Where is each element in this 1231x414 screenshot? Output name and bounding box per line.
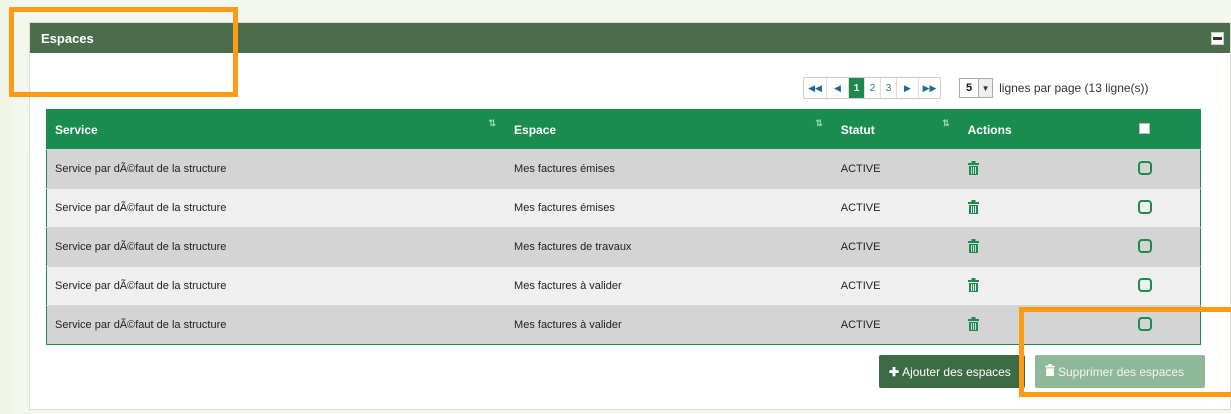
- per-page-select[interactable]: 5 ▼: [959, 78, 994, 98]
- cell-service: Service par dÃ©faut de la structure: [55, 163, 227, 175]
- pager: ◀◀ ◀ 1 2 3 ▶ ▶▶: [803, 77, 941, 99]
- cell-statut: ACTIVE: [840, 163, 881, 175]
- table-row: Service par dÃ©faut de la structure Mes …: [46, 266, 1201, 306]
- cell-espace: Mes factures à valider: [514, 319, 622, 331]
- table-row: Service par dÃ©faut de la structure Mes …: [46, 188, 1201, 228]
- cell-espace: Mes factures émises: [514, 202, 615, 214]
- row-checkbox[interactable]: [1137, 316, 1152, 331]
- chevron-down-icon: ▼: [978, 79, 993, 97]
- plus-icon: ✚: [889, 364, 900, 379]
- cell-actions: [960, 150, 1090, 189]
- cell-actions: [960, 306, 1090, 345]
- cell-statut: ACTIVE: [840, 280, 881, 292]
- cell-select: [1090, 189, 1201, 228]
- delete-espaces-button[interactable]: Supprimer des espaces: [1035, 355, 1205, 388]
- col-header-select-all[interactable]: [1090, 110, 1201, 150]
- cell-actions: [960, 228, 1090, 267]
- select-all-checkbox[interactable]: [1139, 122, 1151, 134]
- panel-header: Espaces: [30, 23, 1230, 53]
- cell-statut: ACTIVE: [840, 241, 881, 253]
- collapse-button[interactable]: [1211, 31, 1224, 45]
- panel-title: Espaces: [41, 30, 94, 46]
- cell-actions: [960, 189, 1090, 228]
- col-header-statut[interactable]: Statut ⇅: [833, 110, 960, 150]
- row-checkbox[interactable]: [1137, 238, 1152, 253]
- sort-icon: ⇅: [815, 118, 823, 128]
- cell-statut: ACTIVE: [840, 319, 881, 331]
- next-page-button[interactable]: ▶: [896, 78, 918, 98]
- cell-statut: ACTIVE: [840, 202, 881, 214]
- delete-espaces-label: Supprimer des espaces: [1058, 364, 1185, 379]
- trash-icon[interactable]: [967, 238, 979, 256]
- left-strip: [0, 0, 12, 414]
- cell-service: Service par dÃ©faut de la structure: [55, 280, 227, 292]
- prev-page-button[interactable]: ◀: [826, 78, 848, 98]
- sort-icon: ⇅: [942, 118, 950, 128]
- row-checkbox[interactable]: [1137, 277, 1152, 292]
- first-page-button[interactable]: ◀◀: [804, 78, 826, 98]
- trash-icon[interactable]: [967, 277, 979, 295]
- per-page-label: lignes par page (13 ligne(s)): [999, 81, 1149, 95]
- last-page-button[interactable]: ▶▶: [918, 78, 940, 98]
- cell-select: [1090, 228, 1201, 267]
- cell-service: Service par dÃ©faut de la structure: [55, 319, 227, 331]
- add-espaces-button[interactable]: ✚ Ajouter des espaces: [879, 355, 1025, 388]
- add-espaces-label: Ajouter des espaces: [902, 364, 1011, 379]
- espaces-table: Service ⇅ Espace ⇅ Statut ⇅ Actions Service…: [46, 109, 1201, 345]
- col-header-actions: Actions: [967, 122, 1012, 137]
- trash-icon[interactable]: [967, 199, 979, 217]
- trash-icon: [1045, 364, 1055, 379]
- cell-espace: Mes factures émises: [514, 163, 615, 175]
- cell-service: Service par dÃ©faut de la structure: [55, 202, 227, 214]
- table-row: Service par dÃ©faut de la structure Mes …: [46, 149, 1201, 189]
- table-header-row: Service ⇅ Espace ⇅ Statut ⇅ Actions: [46, 109, 1201, 150]
- trash-icon[interactable]: [967, 316, 979, 334]
- page-1-button[interactable]: 1: [848, 78, 864, 98]
- pagination-bar: ◀◀ ◀ 1 2 3 ▶ ▶▶ 5 ▼ lignes par page (13 …: [803, 77, 1149, 99]
- page-3-button[interactable]: 3: [880, 78, 896, 98]
- cell-select: [1090, 150, 1201, 189]
- cell-service: Service par dÃ©faut de la structure: [55, 241, 227, 253]
- cell-select: [1090, 306, 1201, 345]
- cell-actions: [960, 267, 1090, 306]
- minus-icon: [1213, 36, 1222, 40]
- per-page-value: 5: [966, 82, 973, 94]
- table-row: Service par dÃ©faut de la structure Mes …: [46, 305, 1201, 345]
- col-header-espace[interactable]: Espace ⇅: [506, 110, 833, 150]
- espaces-panel: Espaces ◀◀ ◀ 1 2 3 ▶ ▶▶ 5 ▼ lignes par p…: [29, 22, 1231, 410]
- row-checkbox[interactable]: [1137, 199, 1152, 214]
- trash-icon[interactable]: [967, 160, 979, 178]
- col-header-service[interactable]: Service ⇅: [47, 110, 507, 150]
- cell-espace: Mes factures de travaux: [514, 241, 632, 253]
- sort-icon: ⇅: [488, 118, 497, 128]
- cell-espace: Mes factures à valider: [514, 280, 622, 292]
- cell-select: [1090, 267, 1201, 306]
- row-checkbox[interactable]: [1137, 160, 1152, 175]
- table-row: Service par dÃ©faut de la structure Mes …: [46, 227, 1201, 267]
- page-2-button[interactable]: 2: [864, 78, 880, 98]
